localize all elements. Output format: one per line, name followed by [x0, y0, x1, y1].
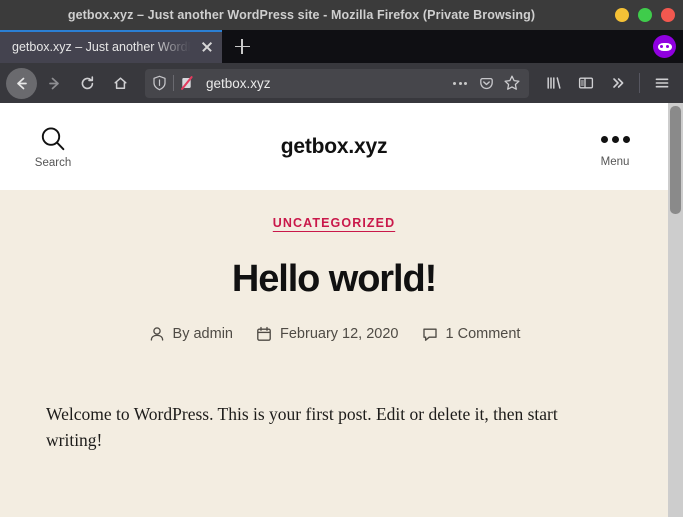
maximize-button[interactable] [638, 8, 652, 22]
home-icon [114, 76, 127, 89]
plus-icon [234, 39, 250, 54]
comment-icon [422, 328, 437, 341]
reload-button[interactable] [72, 68, 103, 99]
navigation-toolbar: getbox.xyz [0, 63, 683, 103]
chevron-double-right-icon [612, 78, 623, 88]
post-author[interactable]: By admin [148, 325, 233, 343]
arrow-left-icon [17, 77, 27, 89]
post-comments-text: 1 Comment [445, 326, 521, 342]
window-controls [615, 0, 675, 30]
bookmark-star-icon[interactable] [499, 70, 525, 96]
post-comments[interactable]: 1 Comment [421, 325, 521, 343]
post-category-link[interactable]: UNCATEGORIZED [0, 216, 668, 230]
post-title: Hello world! [231, 258, 437, 300]
site-title: getbox.xyz [280, 134, 388, 158]
user-icon [150, 327, 163, 341]
post-date-text: February 12, 2020 [280, 326, 399, 342]
tab-strip: getbox.xyz – Just another WordPress site [0, 30, 683, 63]
ellipsis-icon [600, 125, 630, 153]
insecure-connection-icon[interactable] [174, 75, 200, 91]
forward-button[interactable] [39, 68, 70, 99]
tab-title: getbox.xyz – Just another WordPress site [12, 39, 196, 54]
page-actions-icon[interactable] [447, 70, 473, 96]
window-titlebar: getbox.xyz – Just another WordPress site… [0, 0, 683, 30]
menu-toggle[interactable]: Menu [580, 125, 650, 168]
arrow-right-icon [49, 77, 59, 89]
reload-icon [81, 75, 94, 89]
post-body: Welcome to WordPress. This is your first… [46, 404, 558, 451]
post-date[interactable]: February 12, 2020 [255, 325, 399, 343]
app-menu-button[interactable] [646, 68, 677, 99]
url-bar[interactable]: getbox.xyz [145, 68, 529, 98]
new-tab-button[interactable] [222, 30, 262, 63]
sidebar-icon [578, 77, 593, 89]
search-icon [41, 127, 65, 151]
overflow-menu-button[interactable] [602, 68, 633, 99]
browser-tab[interactable]: getbox.xyz – Just another WordPress site [0, 30, 222, 63]
calendar-icon [257, 326, 271, 341]
back-button[interactable] [6, 67, 37, 99]
toolbar-divider [639, 73, 640, 93]
hamburger-menu-icon [655, 78, 668, 88]
post-author-text: By admin [172, 326, 233, 342]
save-to-pocket-icon[interactable] [473, 70, 499, 96]
url-text[interactable]: getbox.xyz [200, 76, 447, 91]
sidebar-button[interactable] [570, 68, 601, 99]
web-page: Search getbox.xyz Menu UNCATEGORIZED Hel… [0, 103, 668, 517]
browser-window: getbox.xyz – Just another WordPress site… [0, 0, 683, 523]
site-header: Search getbox.xyz Menu [0, 103, 668, 190]
post-meta: By admin February 12, 2020 1 Comment [0, 325, 668, 343]
home-button[interactable] [105, 68, 136, 99]
window-title: getbox.xyz – Just another WordPress site… [67, 8, 536, 22]
search-label: Search [34, 157, 72, 169]
private-browsing-mask-icon [653, 35, 676, 58]
page-scrollbar[interactable] [668, 103, 683, 517]
close-button[interactable] [661, 8, 675, 22]
menu-label: Menu [600, 156, 630, 168]
page-viewport: Search getbox.xyz Menu UNCATEGORIZED Hel… [0, 103, 683, 517]
minimize-button[interactable] [615, 8, 629, 22]
toolbar-right-group [538, 68, 677, 99]
library-button[interactable] [538, 68, 569, 99]
tracking-protection-shield-icon[interactable] [145, 75, 173, 91]
search-toggle[interactable]: Search [18, 124, 88, 169]
scrollbar-thumb[interactable] [670, 106, 681, 214]
close-tab-icon[interactable] [196, 36, 218, 58]
library-icon [546, 77, 561, 89]
post-article: UNCATEGORIZED Hello world! By admin Febr… [0, 190, 668, 517]
